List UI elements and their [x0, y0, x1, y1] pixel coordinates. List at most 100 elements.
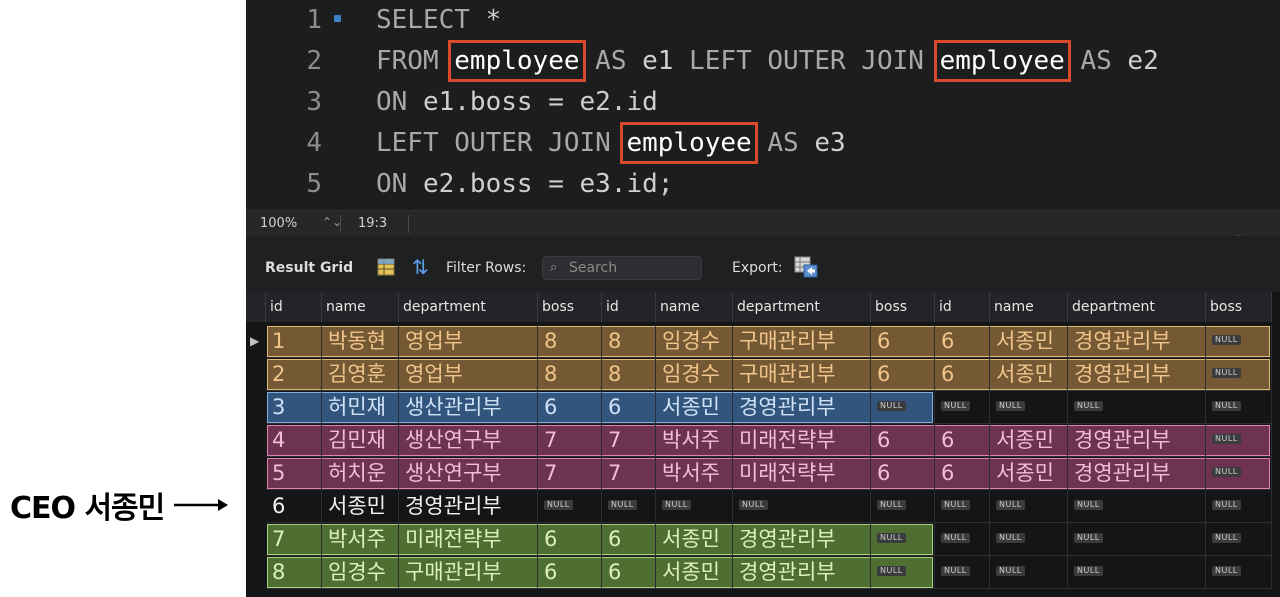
grid-cell[interactable]: NULL: [871, 391, 935, 424]
grid-cell[interactable]: 김영훈: [322, 358, 399, 391]
grid-cell[interactable]: 박서주: [322, 523, 399, 556]
column-header-department[interactable]: department: [399, 292, 538, 322]
grid-cell[interactable]: 구매관리부: [733, 358, 871, 391]
grid-cell[interactable]: 서종민: [990, 358, 1068, 391]
grid-cell[interactable]: 7: [602, 424, 656, 457]
search-box[interactable]: ⌕: [542, 256, 702, 280]
grid-cell[interactable]: 경영관리부: [733, 556, 871, 589]
column-header-name[interactable]: name: [990, 292, 1068, 322]
grid-cell[interactable]: 6: [935, 325, 990, 358]
grid-cell[interactable]: 3: [266, 391, 322, 424]
grid-cell[interactable]: NULL: [990, 391, 1068, 424]
grid-cell[interactable]: NULL: [990, 523, 1068, 556]
grid-cell[interactable]: NULL: [1068, 556, 1206, 589]
grid-cell[interactable]: 구매관리부: [733, 325, 871, 358]
grid-cell[interactable]: NULL: [1068, 391, 1206, 424]
grid-cell[interactable]: NULL: [656, 490, 733, 523]
grid-cell[interactable]: 허치운: [322, 457, 399, 490]
grid-cell[interactable]: 6: [266, 490, 322, 523]
zoom-level[interactable]: 100%: [260, 216, 297, 231]
grid-cell[interactable]: 미래전략부: [733, 424, 871, 457]
grid-cell[interactable]: NULL: [990, 490, 1068, 523]
table-row[interactable]: 4 김민재 생산연구부 7 7 박서주 미래전략부 6 6 서종민 경영관리부 NULL: [246, 424, 1280, 457]
grid-cell[interactable]: NULL: [1206, 457, 1272, 490]
grid-cell[interactable]: 임경수: [656, 325, 733, 358]
grid-cell[interactable]: 7: [266, 523, 322, 556]
grid-cell[interactable]: NULL: [935, 523, 990, 556]
grid-cell[interactable]: 8: [538, 358, 602, 391]
grid-cell[interactable]: 7: [538, 424, 602, 457]
grid-cell[interactable]: 1: [266, 325, 322, 358]
grid-cell[interactable]: 서종민: [990, 457, 1068, 490]
column-header-id[interactable]: id: [935, 292, 990, 322]
column-header-boss[interactable]: boss: [1206, 292, 1272, 322]
grid-cell[interactable]: NULL: [935, 556, 990, 589]
grid-cell[interactable]: 5: [266, 457, 322, 490]
table-row[interactable]: 3 허민재 생산관리부 6 6 서종민 경영관리부 NULL NULL NULL NULL NULL: [246, 391, 1280, 424]
grid-cell[interactable]: 서종민: [656, 391, 733, 424]
grid-cell[interactable]: 경영관리부: [1068, 457, 1206, 490]
grid-cell[interactable]: 허민재: [322, 391, 399, 424]
grid-cell[interactable]: 서종민: [656, 523, 733, 556]
table-row[interactable]: 8 임경수 구매관리부 6 6 서종민 경영관리부 NULL NULL NULL NULL NULL: [246, 556, 1280, 589]
grid-cell[interactable]: 박동현: [322, 325, 399, 358]
grid-cell[interactable]: 6: [538, 556, 602, 589]
grid-cell[interactable]: 8: [602, 325, 656, 358]
grid-cell[interactable]: 경영관리부: [399, 490, 538, 523]
grid-cell[interactable]: 서종민: [322, 490, 399, 523]
grid-cell[interactable]: NULL: [1206, 490, 1272, 523]
grid-cell[interactable]: 8: [266, 556, 322, 589]
grid-cell[interactable]: 서종민: [990, 325, 1068, 358]
grid-cell[interactable]: 6: [871, 457, 935, 490]
grid-cell[interactable]: 임경수: [656, 358, 733, 391]
grid-cell[interactable]: 서종민: [990, 424, 1068, 457]
grid-cell[interactable]: NULL: [1206, 523, 1272, 556]
table-row[interactable]: 2 김영훈 영업부 8 8 임경수 구매관리부 6 6 서종민 경영관리부 NULL: [246, 358, 1280, 391]
grid-cell[interactable]: NULL: [871, 523, 935, 556]
grid-cell[interactable]: 4: [266, 424, 322, 457]
column-header-name[interactable]: name: [656, 292, 733, 322]
grid-cell[interactable]: NULL: [1206, 556, 1272, 589]
grid-cell[interactable]: NULL: [538, 490, 602, 523]
grid-cell[interactable]: NULL: [1206, 391, 1272, 424]
column-header-department[interactable]: department: [1068, 292, 1206, 322]
grid-cell[interactable]: 6: [538, 391, 602, 424]
grid-cell[interactable]: 생산연구부: [399, 457, 538, 490]
grid-cell[interactable]: NULL: [733, 490, 871, 523]
grid-cell[interactable]: NULL: [1206, 424, 1272, 457]
grid-cell[interactable]: NULL: [990, 556, 1068, 589]
refresh-icon[interactable]: ⇅: [412, 257, 429, 277]
grid-cell[interactable]: 7: [538, 457, 602, 490]
table-row[interactable]: 6 서종민 경영관리부 NULL NULL NULL NULL NULL NULL NULL NUL…: [246, 490, 1280, 523]
grid-cell[interactable]: 박서주: [656, 457, 733, 490]
grid-cell[interactable]: 김민재: [322, 424, 399, 457]
grid-cell[interactable]: 서종민: [656, 556, 733, 589]
column-header-id[interactable]: id: [602, 292, 656, 322]
grid-cell[interactable]: 7: [602, 457, 656, 490]
grid-cell[interactable]: 경영관리부: [733, 391, 871, 424]
grid-cell[interactable]: 영업부: [399, 358, 538, 391]
grid-cell[interactable]: 미래전략부: [399, 523, 538, 556]
grid-cell[interactable]: NULL: [1068, 523, 1206, 556]
grid-cell[interactable]: NULL: [871, 556, 935, 589]
grid-cell[interactable]: 6: [602, 523, 656, 556]
grid-view-icon[interactable]: [377, 258, 395, 276]
grid-cell[interactable]: 2: [266, 358, 322, 391]
column-header-boss[interactable]: boss: [538, 292, 602, 322]
column-header-department[interactable]: department: [733, 292, 871, 322]
grid-cell[interactable]: 생산관리부: [399, 391, 538, 424]
grid-cell[interactable]: 8: [538, 325, 602, 358]
sql-editor[interactable]: 1 SELECT * 2 FROM employee AS e1 LEFT OUTER…: [246, 0, 1280, 210]
table-row[interactable]: 5 허치운 생산연구부 7 7 박서주 미래전략부 6 6 서종민 경영관리부 NULL: [246, 457, 1280, 490]
grid-cell[interactable]: 6: [871, 424, 935, 457]
grid-cell[interactable]: 경영관리부: [733, 523, 871, 556]
grid-cell[interactable]: NULL: [935, 391, 990, 424]
grid-cell[interactable]: 미래전략부: [733, 457, 871, 490]
table-row[interactable]: ▶ 1 박동현 영업부 8 8 임경수 구매관리부 6 6 서종민 경영관리부 NULL: [246, 325, 1280, 358]
grid-cell[interactable]: 6: [602, 391, 656, 424]
table-row[interactable]: 7 박서주 미래전략부 6 6 서종민 경영관리부 NULL NULL NULL NULL NULL: [246, 523, 1280, 556]
grid-cell[interactable]: NULL: [935, 490, 990, 523]
grid-cell[interactable]: 생산연구부: [399, 424, 538, 457]
grid-cell[interactable]: 경영관리부: [1068, 325, 1206, 358]
column-header-name[interactable]: name: [322, 292, 399, 322]
